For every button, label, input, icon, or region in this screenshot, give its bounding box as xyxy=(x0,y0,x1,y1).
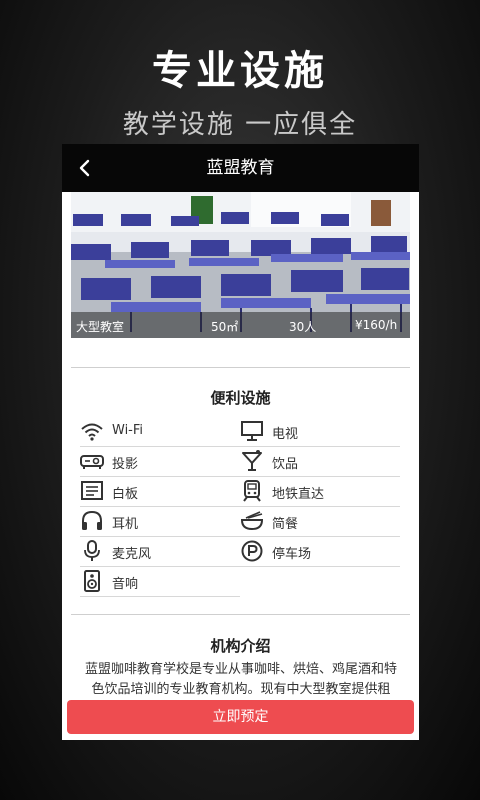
speaker-icon xyxy=(84,570,100,592)
cocktail-icon xyxy=(242,450,262,471)
intro-title: 机构介绍 xyxy=(210,637,271,655)
amenity-label: 耳机 xyxy=(112,517,139,532)
amenity-label: 简餐 xyxy=(272,517,299,532)
intro-text: 蓝盟咖啡教育学校是专业从事咖啡、烘焙、鸡尾酒和特色饮品培训的专业教育机构。现有中… xyxy=(84,662,397,697)
wifi-icon xyxy=(81,423,103,441)
amenity-label: 地铁直达 xyxy=(272,487,325,502)
nav-bar: 蓝盟教育 xyxy=(62,144,419,192)
amenity-meal: 简餐 xyxy=(240,506,400,537)
room-info-bar: 大型教室 50㎡ 30人 ¥160/h xyxy=(71,312,410,338)
subway-icon xyxy=(243,480,261,502)
room-price: ¥160/h xyxy=(355,318,398,332)
classroom-photo[interactable]: 大型教室 50㎡ 30人 ¥160/h xyxy=(71,192,410,338)
room-capacity: 30人 xyxy=(289,320,317,334)
amenity-subway: 地铁直达 xyxy=(240,476,400,507)
amenity-label: 音响 xyxy=(112,577,139,592)
amenity-label: 电视 xyxy=(272,427,299,442)
amenity-label: 停车场 xyxy=(272,547,312,562)
tv-icon xyxy=(241,421,263,441)
amenity-projector: 投影 xyxy=(80,446,240,477)
parking-icon xyxy=(241,540,263,562)
nav-title: 蓝盟教育 xyxy=(206,158,275,178)
amenity-tv: 电视 xyxy=(240,416,400,447)
amenity-microphone: 麦克风 xyxy=(80,536,240,567)
amenity-headphones: 耳机 xyxy=(80,506,240,537)
amenity-label: 饮品 xyxy=(272,457,299,472)
amenity-label: Wi-Fi xyxy=(112,423,144,438)
amenity-parking: 停车场 xyxy=(240,536,400,567)
room-name: 大型教室 xyxy=(76,320,125,334)
bowl-icon xyxy=(240,511,264,531)
amenities-title: 便利设施 xyxy=(210,389,271,407)
headphones-icon xyxy=(82,510,102,530)
amenity-label: 投影 xyxy=(112,457,139,472)
app-screen: 蓝盟教育 大型教室 50㎡ 30人 ¥160/h 便利设施 Wi-Fi 电视 投… xyxy=(62,144,419,740)
amenity-label: 麦克风 xyxy=(112,547,152,562)
whiteboard-icon xyxy=(81,481,103,500)
microphone-icon xyxy=(84,540,100,561)
divider xyxy=(71,367,410,368)
amenity-speaker: 音响 xyxy=(80,566,240,597)
amenity-label: 白板 xyxy=(112,487,139,502)
divider xyxy=(71,614,410,615)
room-area: 50㎡ xyxy=(211,320,239,334)
promo-subtitle: 教学设施 一应俱全 xyxy=(122,110,358,140)
amenity-whiteboard: 白板 xyxy=(80,476,240,507)
amenity-drinks: 饮品 xyxy=(240,446,400,477)
projector-icon xyxy=(80,455,104,469)
promo-title: 专业设施 xyxy=(152,48,328,94)
amenity-wifi: Wi-Fi xyxy=(80,416,240,447)
book-now-button[interactable]: 立即预定 xyxy=(67,700,414,734)
